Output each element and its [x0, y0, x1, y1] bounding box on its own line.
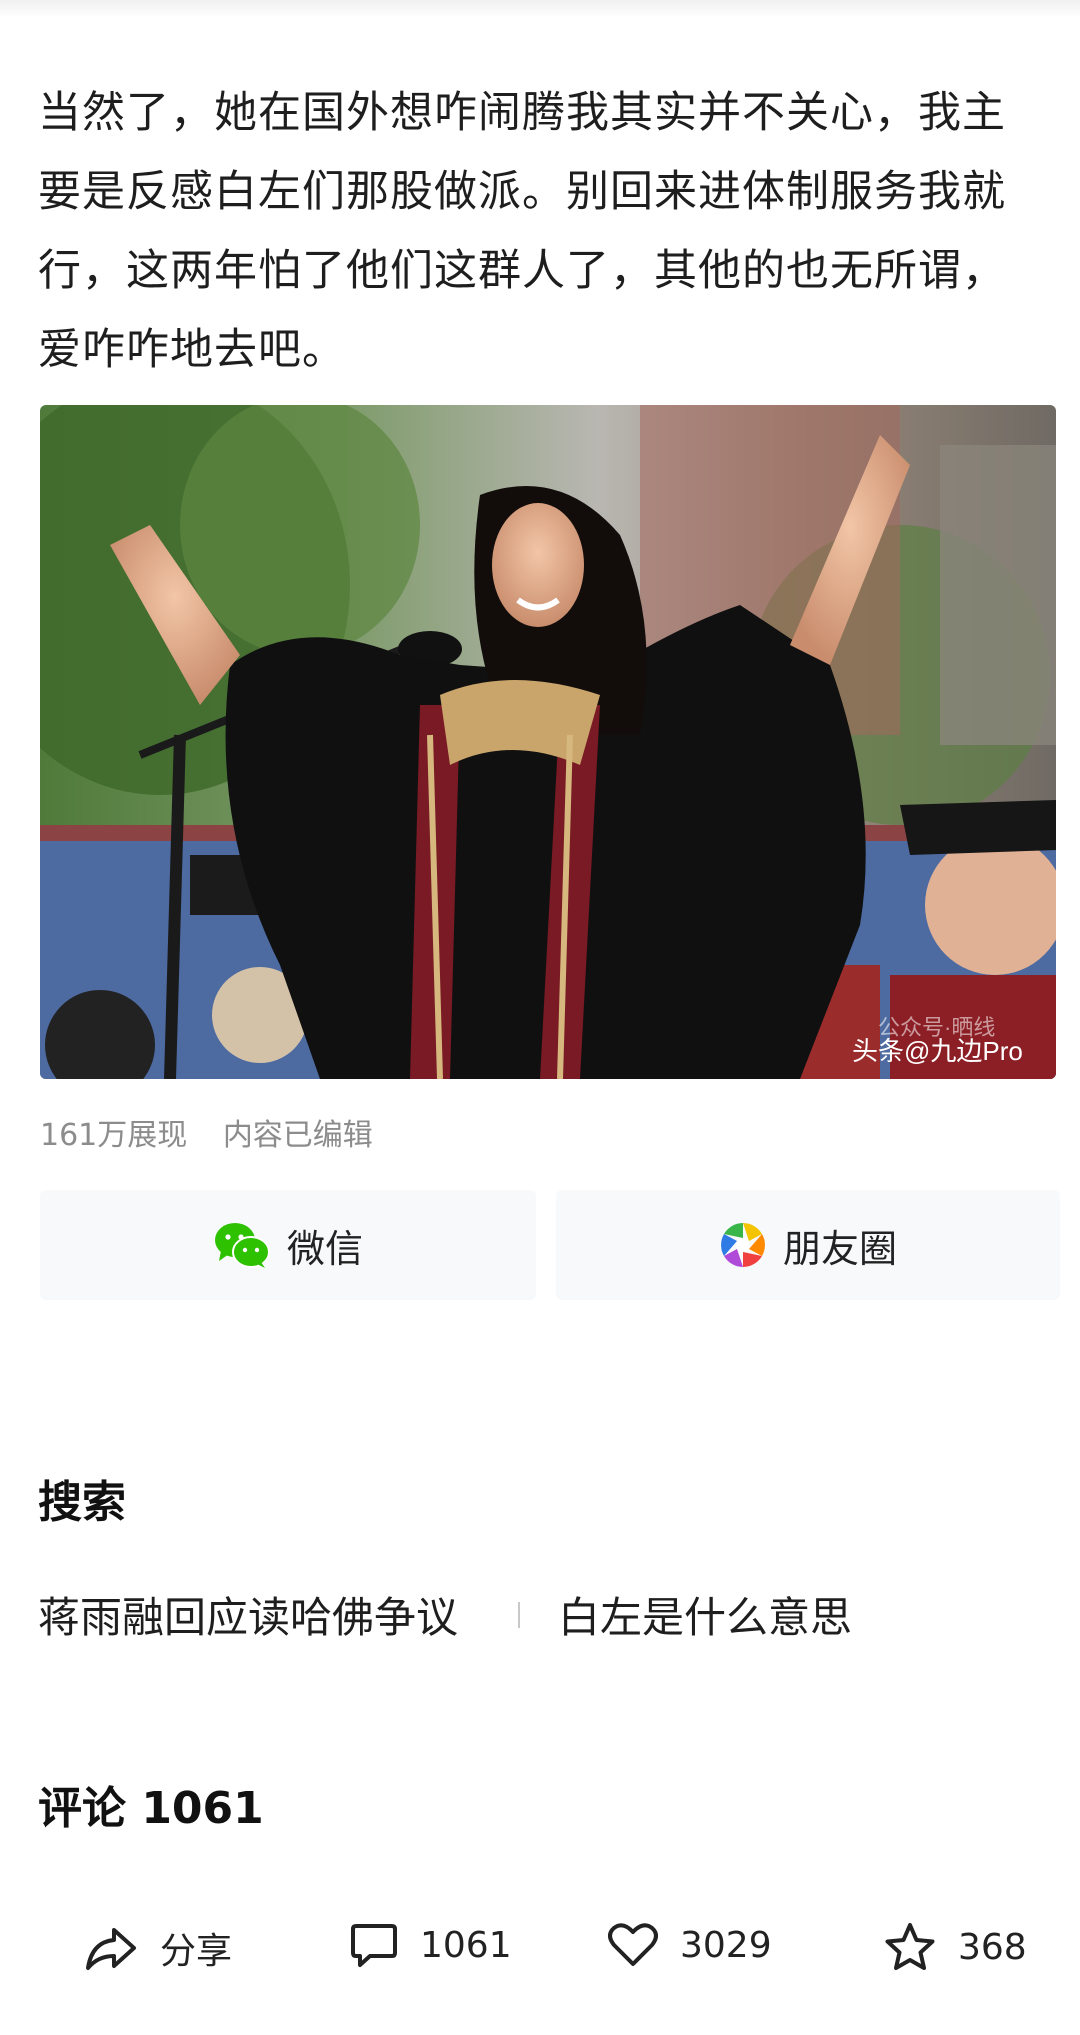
- comment-count: 1061: [420, 1924, 512, 1966]
- top-fade: [0, 0, 1080, 18]
- wechat-icon: [214, 1223, 270, 1268]
- graduation-photo: 公众号·晒线 头条@九边Pro: [40, 405, 1056, 1079]
- wechat-label: 微信: [286, 1226, 363, 1271]
- favorite-action-button[interactable]: 368: [884, 1922, 1027, 1972]
- share-wechat-button[interactable]: 微信: [40, 1190, 536, 1300]
- share-action-label: 分享: [160, 1931, 233, 1972]
- share-arrow-icon: [86, 1928, 136, 1970]
- post-meta: 161万展现 内容已编辑: [40, 1110, 399, 1154]
- view-count: 161万展现: [40, 1118, 188, 1153]
- comment-action-button[interactable]: 1061: [350, 1922, 512, 1968]
- comment-icon: [351, 1924, 397, 1967]
- moments-icon: [721, 1223, 765, 1267]
- share-action-button[interactable]: 分享: [84, 1922, 232, 1974]
- moments-label: 朋友圈: [782, 1226, 897, 1271]
- heart-icon: [608, 1923, 658, 1966]
- like-count: 3029: [680, 1924, 772, 1966]
- edited-label: 内容已编辑: [222, 1118, 373, 1153]
- share-moments-button[interactable]: 朋友圈: [556, 1190, 1060, 1300]
- post-text: 当然了，她在国外想咋闹腾我其实并不关心，我主要是反感白左们那股做派。别回来进体制…: [38, 88, 1006, 375]
- search-section-title: 搜索: [38, 1477, 126, 1528]
- like-action-button[interactable]: 3029: [608, 1922, 772, 1968]
- bottom-action-bar: 分享 1061 3029 368: [0, 1900, 1080, 1990]
- search-divider: [518, 1601, 521, 1628]
- image-watermark: 头条@九边Pro: [852, 1036, 1023, 1066]
- search-suggestion-2[interactable]: 白左是什么意思: [558, 1584, 852, 1645]
- post-photo[interactable]: 公众号·晒线 头条@九边Pro: [40, 405, 1056, 1079]
- favorite-count: 368: [958, 1926, 1027, 1968]
- search-suggestion-1[interactable]: 蒋雨融回应读哈佛争议: [38, 1584, 458, 1645]
- search-suggestions: 蒋雨融回应读哈佛争议 白左是什么意思: [38, 1584, 852, 1645]
- star-icon: [885, 1923, 935, 1970]
- comments-title: 评论 1061: [38, 1783, 264, 1834]
